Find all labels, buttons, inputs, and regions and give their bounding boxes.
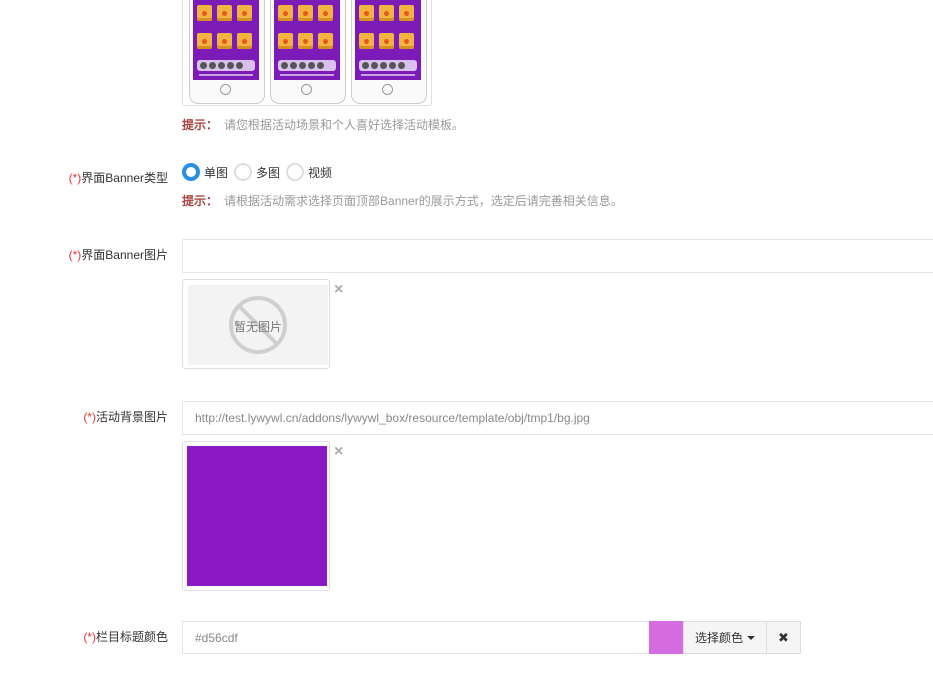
required-mark: (*) — [83, 410, 96, 424]
template-option-1[interactable] — [189, 0, 265, 104]
template-preview-screen — [355, 0, 421, 80]
banner-image-label: (*)界面Banner图片 — [0, 246, 168, 263]
tip-text: 请您根据活动场景和个人喜好选择活动模板。 — [224, 118, 465, 132]
radio-label: 多图 — [256, 165, 281, 180]
pick-color-button[interactable]: 选择颜色 — [683, 621, 767, 654]
phone-home-icon — [220, 84, 231, 95]
banner-type-tip: 提示： 请根据活动需求选择页面顶部Banner的展示方式，选定后请完善相关信息。 — [182, 192, 623, 209]
template-option-2[interactable] — [270, 0, 346, 104]
close-icon: ✖ — [778, 629, 789, 645]
radio-video[interactable]: 视频 — [286, 163, 332, 181]
radio-checked-icon[interactable] — [182, 163, 200, 181]
bg-image-thumbnail — [187, 446, 327, 586]
banner-type-label: (*)界面Banner类型 — [0, 169, 168, 186]
title-color-label: (*)栏目标题颜色 — [0, 628, 168, 645]
phone-home-icon — [382, 84, 393, 95]
banner-image-preview: 暂无图片 — [182, 279, 330, 369]
radio-label: 视频 — [308, 165, 333, 180]
color-swatch — [649, 621, 683, 654]
template-option-3[interactable] — [351, 0, 427, 104]
template-tip: 提示： 请您根据活动场景和个人喜好选择活动模板。 — [182, 116, 464, 133]
no-image-placeholder: 暂无图片 — [188, 285, 328, 365]
no-image-text: 暂无图片 — [233, 320, 282, 334]
banner-type-radio-group: 单图 多图 视频 — [182, 162, 338, 182]
required-mark: (*) — [68, 171, 82, 185]
radio-unchecked-icon[interactable] — [286, 163, 305, 181]
tip-label: 提示： — [182, 118, 219, 132]
caret-down-icon — [747, 635, 755, 640]
template-preview-screen — [274, 0, 340, 80]
tip-text: 请根据活动需求选择页面顶部Banner的展示方式，选定后请完善相关信息。 — [224, 194, 623, 208]
radio-single-image[interactable]: 单图 — [182, 163, 228, 181]
remove-bg-image-icon[interactable]: × — [334, 444, 343, 460]
banner-image-label-text: 界面Banner图片 — [81, 248, 168, 262]
clear-color-button[interactable]: ✖ — [766, 621, 801, 654]
radio-multi-image[interactable]: 多图 — [234, 163, 280, 181]
radio-label: 单图 — [204, 165, 229, 180]
remove-banner-image-icon[interactable]: × — [334, 282, 343, 298]
banner-type-label-text: 界面Banner类型 — [81, 171, 168, 185]
required-mark: (*) — [83, 630, 96, 644]
pick-color-label: 选择颜色 — [694, 631, 743, 645]
radio-unchecked-icon[interactable] — [234, 163, 253, 181]
tip-label: 提示： — [182, 194, 219, 208]
required-mark: (*) — [68, 248, 82, 262]
bg-image-label: (*)活动背景图片 — [0, 408, 168, 425]
banner-image-url-input[interactable] — [182, 239, 933, 273]
bg-image-label-text: 活动背景图片 — [95, 410, 168, 424]
bg-image-preview — [182, 441, 330, 591]
title-color-label-text: 栏目标题颜色 — [95, 630, 168, 644]
template-preview-screen — [193, 0, 259, 80]
template-thumbnails — [182, 0, 432, 106]
title-color-input[interactable]: #d56cdf — [182, 621, 649, 654]
phone-home-icon — [301, 84, 312, 95]
bg-image-url-input[interactable]: http://test.lywywl.cn/addons/lywywl_box/… — [182, 401, 933, 435]
